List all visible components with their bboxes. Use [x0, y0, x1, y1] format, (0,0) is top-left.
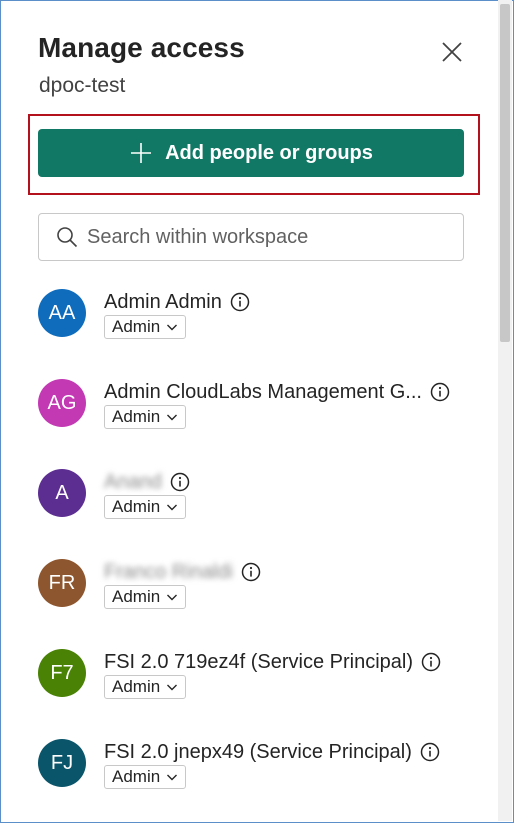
- chevron-down-icon: [166, 591, 178, 603]
- info-icon[interactable]: [241, 562, 261, 582]
- member-name: Franco Rinaldi: [104, 560, 233, 583]
- member-name: Admin Admin: [104, 290, 222, 313]
- member-row: A Anand Admin: [38, 469, 478, 545]
- member-name: Admin CloudLabs Management G...: [104, 380, 422, 403]
- member-name-row: FSI 2.0 719ez4f (Service Principal): [104, 649, 441, 675]
- role-dropdown[interactable]: Admin: [104, 495, 187, 519]
- manage-access-panel: Manage access dpoc-test Add people or gr…: [0, 0, 497, 821]
- info-icon[interactable]: [421, 652, 441, 672]
- info-icon[interactable]: [430, 382, 450, 402]
- avatar: AA: [38, 289, 86, 337]
- chevron-down-icon: [166, 771, 178, 783]
- role-label: Admin: [112, 767, 161, 786]
- chevron-down-icon: [166, 411, 178, 423]
- role-dropdown[interactable]: Admin: [104, 765, 187, 789]
- role-label: Admin: [112, 407, 161, 426]
- role-dropdown[interactable]: Admin: [104, 315, 187, 339]
- role-label: Admin: [112, 677, 161, 696]
- avatar: AG: [38, 379, 86, 427]
- role-dropdown[interactable]: Admin: [104, 405, 187, 429]
- chevron-down-icon: [166, 321, 178, 333]
- close-button[interactable]: [438, 38, 466, 66]
- avatar: FJ: [38, 739, 86, 787]
- close-icon: [442, 42, 462, 62]
- member-row: AA Admin Admin Admin: [38, 289, 478, 365]
- member-name: FSI 2.0 719ez4f (Service Principal): [104, 650, 414, 673]
- member-name: Anand: [104, 470, 162, 493]
- workspace-name: dpoc-test: [39, 74, 126, 97]
- role-dropdown[interactable]: Admin: [104, 585, 187, 609]
- member-row: F7 FSI 2.0 719ez4f (Service Principal) Adm…: [38, 649, 478, 725]
- add-people-or-groups-button[interactable]: Add people or groups: [38, 129, 464, 177]
- avatar: A: [38, 469, 86, 517]
- member-name-row: Franco Rinaldi: [104, 559, 261, 585]
- panel-title: Manage access: [38, 32, 245, 63]
- avatar: FR: [38, 559, 86, 607]
- search-box[interactable]: [38, 213, 464, 261]
- role-label: Admin: [112, 587, 161, 606]
- search-input[interactable]: [87, 225, 427, 249]
- info-icon[interactable]: [170, 472, 190, 492]
- chevron-down-icon: [166, 681, 178, 693]
- role-label: Admin: [112, 497, 161, 516]
- member-row: FR Franco Rinaldi Admin: [38, 559, 478, 635]
- role-label: Admin: [112, 317, 161, 336]
- scrollbar-thumb[interactable]: [500, 4, 510, 342]
- info-icon[interactable]: [420, 742, 440, 762]
- member-name-row: Admin CloudLabs Management G...: [104, 379, 450, 405]
- member-name-row: FSI 2.0 jnepx49 (Service Principal): [104, 739, 440, 765]
- member-name-row: Anand: [104, 469, 190, 495]
- search-icon: [57, 227, 78, 248]
- chevron-down-icon: [166, 501, 178, 513]
- avatar: F7: [38, 649, 86, 697]
- role-dropdown[interactable]: Admin: [104, 675, 187, 699]
- member-name: FSI 2.0 jnepx49 (Service Principal): [104, 740, 412, 763]
- member-row: FJ FSI 2.0 jnepx49 (Service Principal) Adm…: [38, 739, 478, 815]
- member-row: AG Admin CloudLabs Management G... Admin: [38, 379, 478, 455]
- add-button-label: Add people or groups: [165, 141, 373, 164]
- member-name-row: Admin Admin: [104, 289, 250, 315]
- plus-icon: [129, 141, 153, 165]
- info-icon[interactable]: [230, 292, 250, 312]
